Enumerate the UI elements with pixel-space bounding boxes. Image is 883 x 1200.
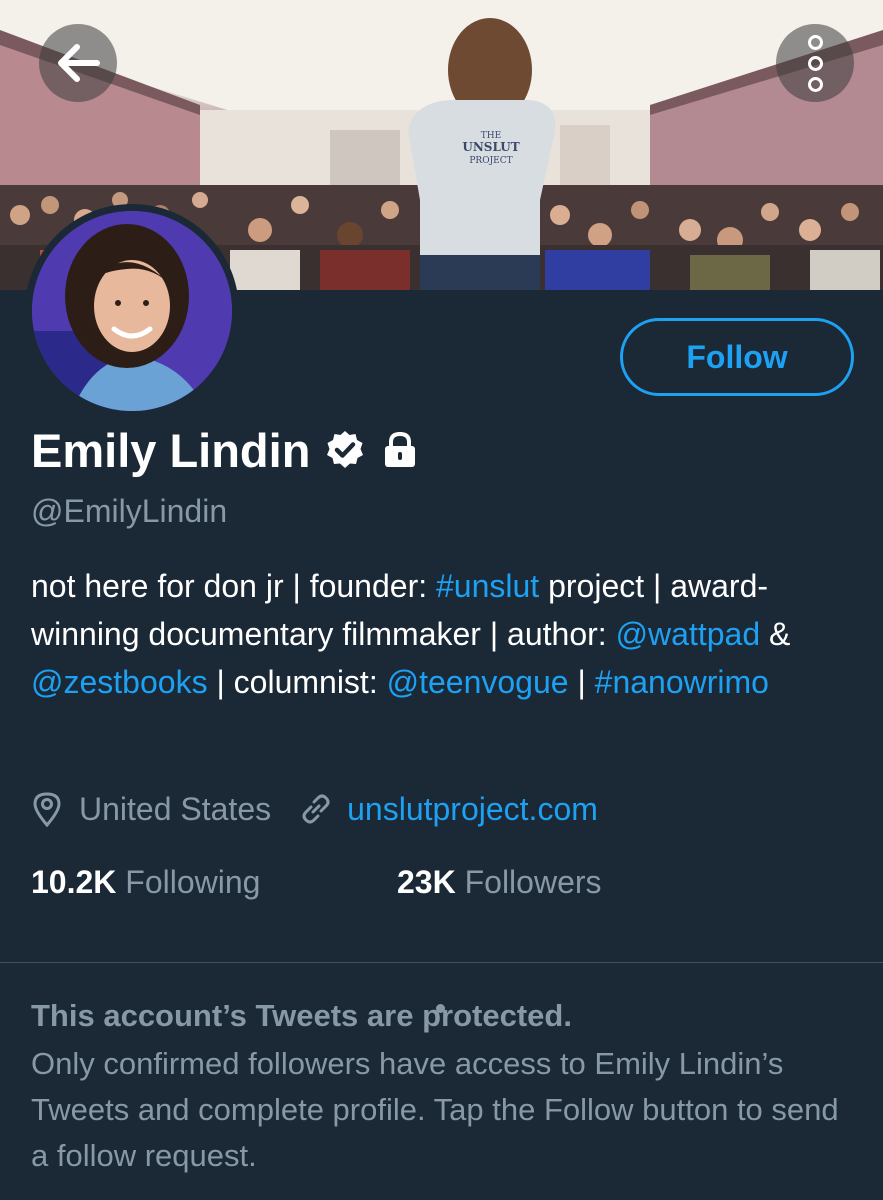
followers-label: Followers [464,864,602,900]
bio-mention-teenvogue[interactable]: @teenvogue [387,664,569,700]
bio-text: & [760,616,791,652]
profile-bio: not here for don jr | founder: #unslut p… [31,562,866,706]
avatar-image [32,211,232,411]
followers-count: 23K [397,864,456,900]
location-pin-icon [31,791,63,827]
website-link[interactable]: unslutproject.com [347,791,598,828]
display-name: Emily Lindin [31,423,311,477]
scroll-indicator [436,1004,445,1013]
protected-title: This account’s Tweets are protected. [31,998,572,1033]
more-vertical-icon [807,34,823,92]
bio-text: | columnist: [207,664,387,700]
following-label: Following [125,864,261,900]
bio-mention-wattpad[interactable]: @wattpad [616,616,761,652]
profile-name-row: Emily Lindin [31,420,420,480]
avatar[interactable] [25,204,239,418]
bio-text: not here for don jr | founder: [31,568,436,604]
lock-icon [380,430,420,470]
back-button[interactable] [39,24,117,102]
bio-hashtag-nanowrimo[interactable]: #nanowrimo [595,664,769,700]
profile-meta: United States unslutproject.com [31,788,598,830]
shirt-line-2: UNSLUT [462,140,519,154]
followers-count-link[interactable]: 23K Followers [397,864,602,901]
section-divider [0,962,883,963]
follow-button[interactable]: Follow [620,318,854,396]
link-icon [299,792,333,826]
more-options-button[interactable] [776,24,854,102]
verified-badge-icon [324,429,366,471]
following-count-link[interactable]: 10.2K Following [31,864,260,901]
arrow-left-icon [55,43,101,83]
bio-text: | [568,664,595,700]
shirt-line-3: PROJECT [469,156,512,166]
protected-body: Only confirmed followers have access to … [31,1046,839,1173]
bio-hashtag-unslut[interactable]: #unslut [436,568,539,604]
location-text: United States [79,790,272,827]
profile-handle: @EmilyLindin [31,493,228,529]
bio-mention-zestbooks[interactable]: @zestbooks [31,664,208,700]
following-count: 10.2K [31,864,117,900]
